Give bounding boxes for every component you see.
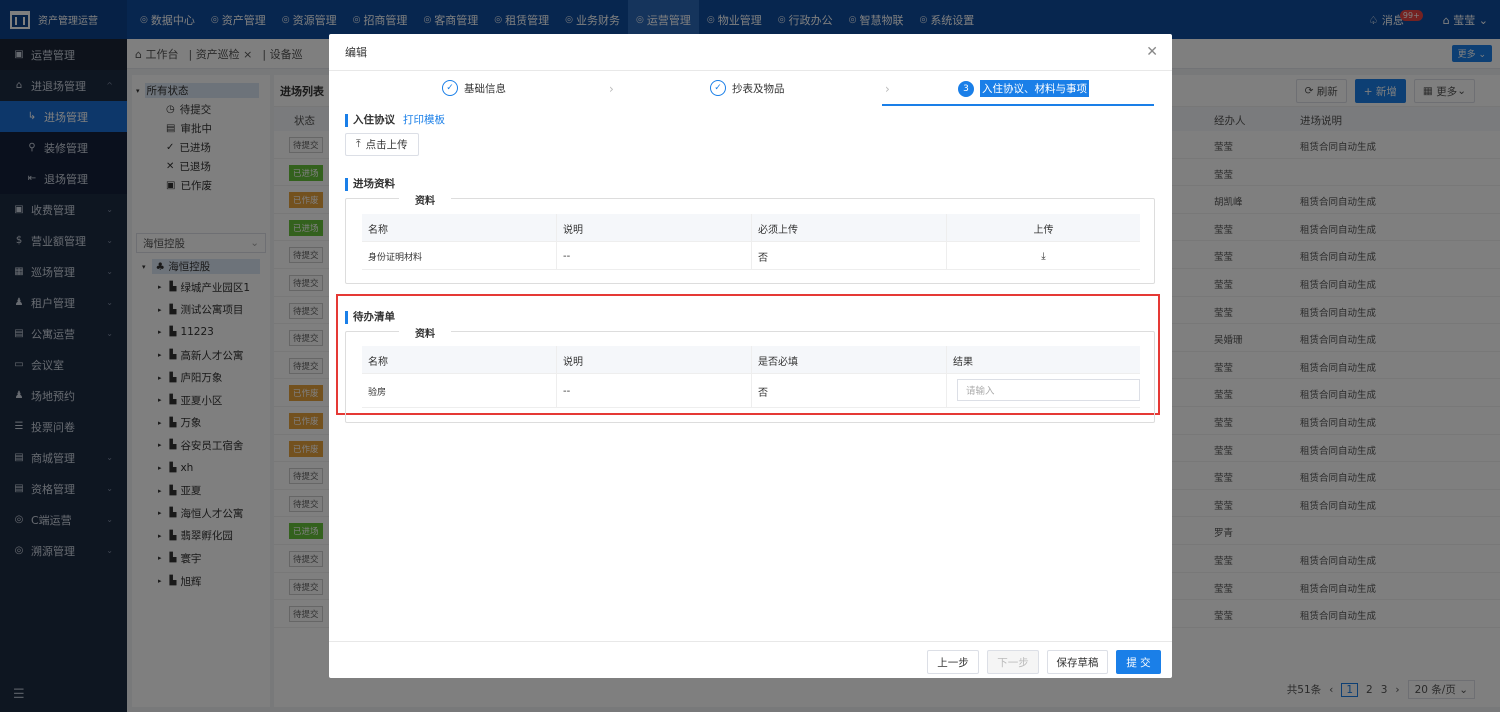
todo-fieldset: 资料 名称 说明 是否必填 结果 验房 -- 否 请输入 (345, 325, 1155, 423)
chevron-right-icon: › (609, 82, 614, 96)
upload-button[interactable]: ⤒ 点击上传 (345, 133, 419, 156)
col-description: 说明 (557, 346, 752, 374)
col-name: 名称 (362, 214, 557, 242)
material-name: 身份证明材料 (362, 242, 557, 270)
todo-name: 验房 (362, 374, 557, 408)
agreement-section-title: 入住协议 打印模板 (345, 114, 445, 127)
steps: ✓ 基础信息 › ✓ 抄表及物品 › 3 入住协议、材料与事项 (329, 74, 1172, 106)
col-description: 说明 (557, 214, 752, 242)
todo-table-header: 名称 说明 是否必填 结果 (362, 346, 1140, 374)
todo-mandatory: 否 (752, 374, 947, 408)
step-agreement[interactable]: 3 入住协议、材料与事项 (958, 80, 1089, 97)
step-1-label: 基础信息 (464, 82, 506, 95)
step-3-label: 入住协议、材料与事项 (980, 80, 1089, 97)
col-mandatory: 是否必填 (752, 346, 947, 374)
step-basic-info[interactable]: ✓ 基础信息 (442, 80, 506, 96)
table-row: 验房 -- 否 请输入 (362, 374, 1140, 408)
upload-icon: ⤒ (356, 138, 361, 150)
materials-section-title: 进场资料 (345, 178, 395, 191)
prev-step-button[interactable]: 上一步 (927, 650, 979, 674)
agreement-title: 入住协议 (353, 114, 395, 126)
material-desc: -- (557, 242, 752, 270)
step-meter-items[interactable]: ✓ 抄表及物品 (710, 80, 785, 96)
step-3-number: 3 (958, 80, 974, 97)
step-2-label: 抄表及物品 (732, 82, 785, 95)
material-required: 否 (752, 242, 947, 270)
dialog-title: 编辑 (329, 34, 1172, 71)
materials-legend: 资料 (399, 192, 451, 207)
upload-label: 点击上传 (365, 139, 408, 151)
close-icon[interactable]: ✕ (1146, 44, 1158, 60)
table-row: 身份证明材料 -- 否 ⤓ (362, 242, 1140, 270)
chevron-right-icon: › (885, 82, 890, 96)
materials-fieldset: 资料 名称 说明 必须上传 上传 身份证明材料 -- 否 ⤓ (345, 192, 1155, 284)
upload-icon[interactable]: ⤓ (947, 242, 1140, 270)
materials-table: 名称 说明 必须上传 上传 身份证明材料 -- 否 ⤓ (362, 214, 1140, 270)
save-draft-button[interactable]: 保存草稿 (1047, 650, 1108, 674)
todo-table: 名称 说明 是否必填 结果 验房 -- 否 请输入 (362, 346, 1140, 408)
active-step-underline (882, 104, 1154, 106)
col-name: 名称 (362, 346, 557, 374)
col-result: 结果 (953, 356, 973, 368)
check-circle-icon: ✓ (442, 80, 458, 96)
dialog-footer: 上一步 下一步 保存草稿 提 交 (329, 641, 1172, 678)
materials-table-header: 名称 说明 必须上传 上传 (362, 214, 1140, 242)
submit-button[interactable]: 提 交 (1116, 650, 1161, 674)
next-step-button[interactable]: 下一步 (987, 650, 1039, 674)
col-upload: 上传 (1033, 224, 1054, 236)
todo-legend: 资料 (399, 325, 451, 340)
edit-dialog: 编辑 ✕ ✓ 基础信息 › ✓ 抄表及物品 › 3 入住协议、材料与事项 入住协… (329, 34, 1172, 678)
print-template-link[interactable]: 打印模板 (403, 114, 445, 126)
col-required-upload: 必须上传 (752, 214, 947, 242)
result-input[interactable]: 请输入 (957, 379, 1140, 401)
check-circle-icon: ✓ (710, 80, 726, 96)
todo-section-title: 待办清单 (345, 311, 395, 324)
todo-desc: -- (557, 374, 752, 408)
